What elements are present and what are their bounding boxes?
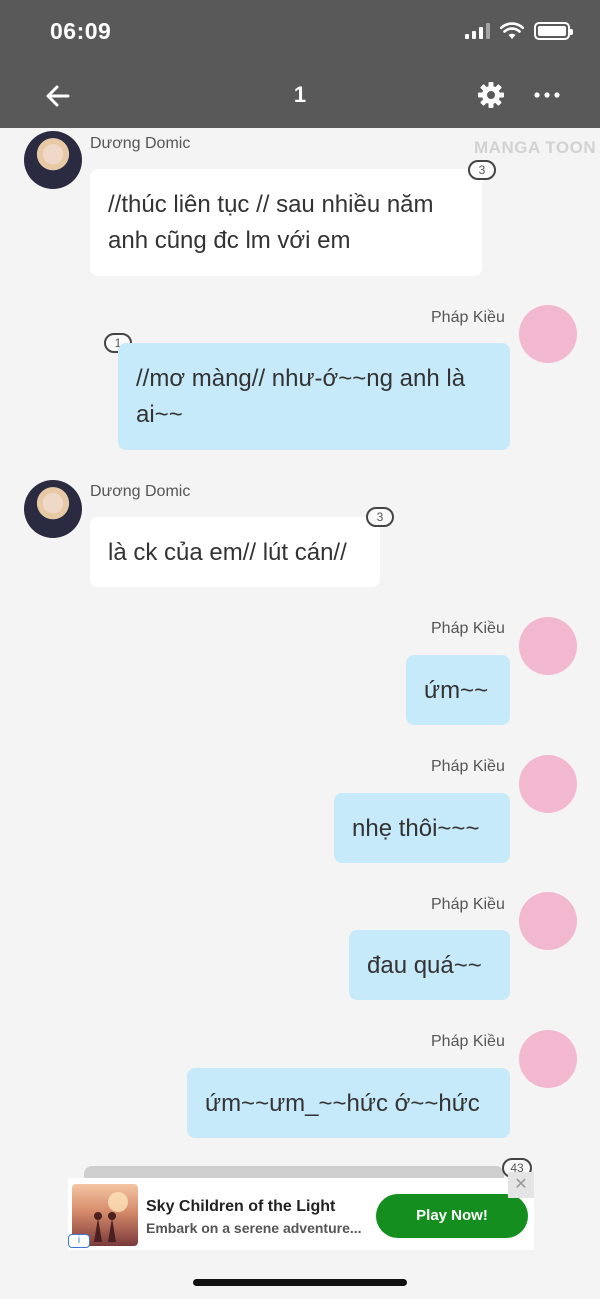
ad-info-badge[interactable]: i (68, 1234, 90, 1248)
avatar[interactable] (519, 617, 577, 675)
avatar[interactable] (24, 131, 82, 189)
ad-title: Sky Children of the Light (146, 1198, 336, 1215)
avatar[interactable] (519, 1030, 577, 1088)
message-text: ứm~~ưm_~~hức ớ~~hức (205, 1090, 480, 1117)
home-indicator[interactable] (193, 1279, 407, 1286)
avatar[interactable] (519, 755, 577, 813)
avatar[interactable] (24, 480, 82, 538)
ad-banner[interactable]: i Sky Children of the Light Embark on a … (68, 1172, 534, 1250)
sender-name: Dương Domic (90, 135, 191, 152)
message-text: ứm~~ (424, 677, 489, 704)
wifi-icon (500, 22, 524, 39)
battery-icon (534, 22, 573, 40)
message-text: //mơ màng// như-ớ~~ng anh là ai~~ (136, 365, 466, 428)
status-icons (465, 22, 573, 40)
status-time: 06:09 (50, 18, 112, 44)
message-bubble[interactable]: ứm~~ (406, 655, 510, 725)
message-text: //thúc liên tục // sau nhiều năm anh cũn… (108, 191, 434, 254)
comment-count-badge[interactable]: 3 (366, 507, 394, 527)
message-bubble[interactable]: ứm~~ưm_~~hức ớ~~hức (187, 1068, 510, 1138)
avatar[interactable] (519, 892, 577, 950)
more-options-icon[interactable] (532, 80, 562, 110)
cellular-signal-icon (465, 23, 490, 39)
message-bubble[interactable]: //thúc liên tục // sau nhiều năm anh cũn… (90, 169, 482, 276)
message-text: là ck của em// lút cán// (108, 539, 347, 566)
watermark: MANGA TOON (474, 138, 597, 157)
avatar[interactable] (519, 305, 577, 363)
ad-subtitle: Embark on a serene adventure... (146, 1220, 362, 1236)
message-text: nhẹ thôi~~~ (352, 815, 480, 842)
message-bubble[interactable]: đau quá~~ (349, 930, 510, 1000)
message-text: đau quá~~ (367, 952, 482, 979)
play-now-button[interactable]: Play Now! (376, 1194, 528, 1238)
sender-name: Pháp Kiều (431, 309, 505, 326)
top-bar: 06:09 1 (0, 0, 600, 128)
sender-name: Pháp Kiều (431, 1033, 505, 1050)
comment-count-badge[interactable]: 3 (468, 160, 496, 180)
sender-name: Pháp Kiều (431, 896, 505, 913)
sender-name: Pháp Kiều (431, 758, 505, 775)
message-bubble[interactable]: là ck của em// lút cán// (90, 517, 380, 587)
message-bubble[interactable]: nhẹ thôi~~~ (334, 793, 510, 863)
gear-icon[interactable] (476, 80, 506, 110)
sender-name: Dương Domic (90, 483, 191, 500)
sender-name: Pháp Kiều (431, 620, 505, 637)
message-bubble[interactable]: //mơ màng// như-ớ~~ng anh là ai~~ (118, 343, 510, 450)
chat-title: 1 (293, 82, 307, 107)
close-icon[interactable]: ✕ (508, 1172, 534, 1198)
